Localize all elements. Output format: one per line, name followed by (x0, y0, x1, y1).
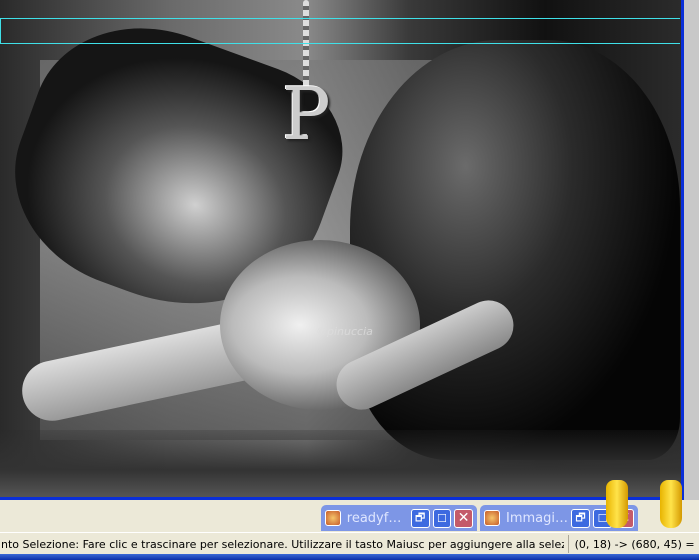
status-bar: nto Selezione: Fare clic e trascinare pe… (0, 532, 699, 555)
selection-marquee[interactable] (0, 18, 680, 44)
selection-coordinates: (0, 18) -> (680, 45) = ( (574, 537, 699, 551)
paint-shop-pro-icon (325, 510, 341, 526)
paint-shop-pro-icon (484, 510, 500, 526)
workspace-background (684, 0, 699, 500)
dark-frame (0, 430, 681, 497)
window-title: readyf… (346, 510, 402, 526)
window-title: Immagi… (506, 510, 568, 526)
restore-button[interactable]: 🗗 (410, 508, 430, 528)
pointing-finger-icon (660, 480, 682, 528)
man-figure (350, 40, 680, 460)
minimized-window-readyf[interactable]: readyf… 🗗 ☐ ✕ (321, 505, 477, 531)
letter-p-ornament: P (282, 72, 331, 156)
close-button[interactable]: ✕ (454, 508, 474, 528)
status-divider (567, 535, 569, 553)
window-bottom-edge (0, 554, 699, 560)
status-message: nto Selezione: Fare clic e trascinare pe… (1, 537, 564, 551)
maximize-button[interactable]: ☐ (432, 508, 452, 528)
restore-button[interactable]: 🗗 (571, 508, 590, 528)
pointing-finger-icon (606, 480, 628, 528)
watermark-signature: ©pinuccia (316, 325, 373, 338)
image-canvas[interactable]: P ©pinuccia (0, 0, 681, 497)
